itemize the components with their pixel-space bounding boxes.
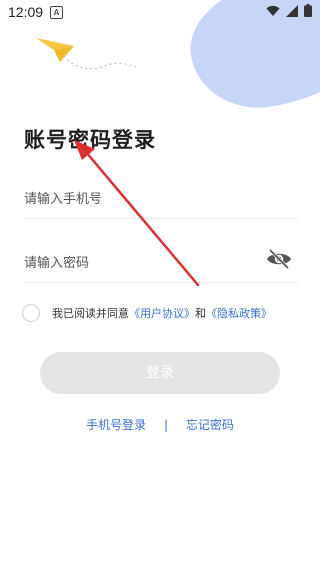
privacy-policy-link[interactable]: 《隐私政策》 (206, 307, 272, 320)
wifi-icon (266, 5, 280, 16)
status-time: 12:09 (8, 4, 44, 20)
agree-checkbox[interactable] (22, 304, 40, 322)
password-placeholder: 请输入密码 (24, 256, 90, 271)
user-agreement-link[interactable]: 《用户协议》 (129, 307, 195, 320)
password-input[interactable]: 请输入密码 (24, 242, 298, 283)
phone-placeholder: 请输入手机号 (24, 192, 103, 207)
paper-plane-icon (36, 38, 139, 70)
notification-icon: A (50, 6, 63, 19)
eye-off-icon[interactable] (266, 248, 292, 270)
battery-icon (304, 4, 312, 17)
agreement-and: 和 (195, 307, 206, 320)
agreement-row: 我已阅读并同意《用户协议》和《隐私政策》 (22, 304, 272, 322)
login-button[interactable]: 登录 (40, 352, 280, 394)
agreement-prefix: 我已阅读并同意 (52, 307, 129, 320)
page-title: 账号密码登录 (24, 128, 156, 152)
agreement-text: 我已阅读并同意《用户协议》和《隐私政策》 (52, 305, 272, 321)
phone-input[interactable]: 请输入手机号 (24, 178, 298, 219)
signal-icon (286, 4, 298, 17)
status-icons (266, 4, 312, 17)
link-separator: | (163, 418, 169, 432)
forgot-password-link[interactable]: 忘记密码 (186, 416, 234, 433)
bottom-links: 手机号登录 | 忘记密码 (0, 416, 320, 433)
phone-login-link[interactable]: 手机号登录 (86, 416, 146, 433)
status-bar: 12:09 A (0, 0, 320, 24)
